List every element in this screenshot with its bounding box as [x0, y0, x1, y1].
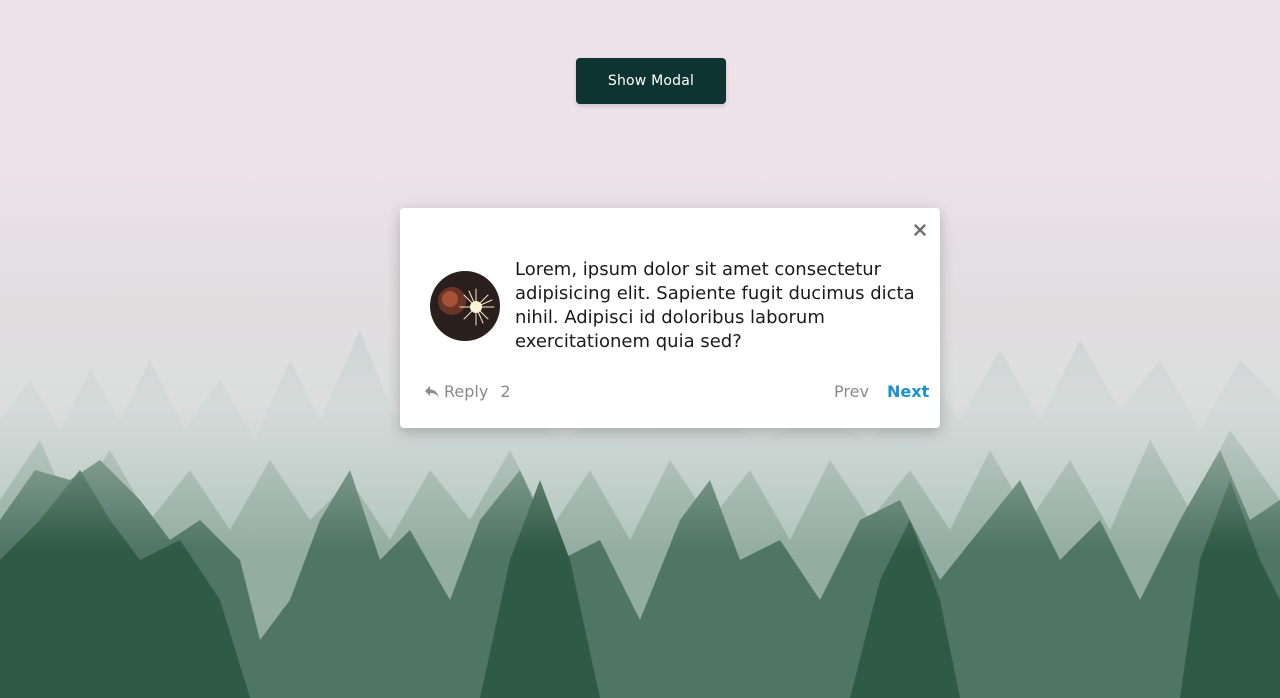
- reply-label: Reply: [444, 382, 489, 401]
- reply-button[interactable]: Reply 2: [424, 382, 511, 401]
- sparkler-avatar-image: [430, 271, 500, 341]
- reply-icon: [425, 385, 439, 398]
- page-background: Show Modal Lorem, ipsum dolor sit amet c…: [0, 0, 1280, 698]
- show-modal-button[interactable]: Show Modal: [576, 58, 726, 104]
- close-button[interactable]: [912, 222, 928, 238]
- comment-text: Lorem, ipsum dolor sit amet consectetur …: [515, 259, 915, 352]
- prev-button[interactable]: Prev: [834, 382, 869, 401]
- reply-count: 2: [500, 382, 511, 401]
- comment-modal: Lorem, ipsum dolor sit amet consectetur …: [400, 208, 940, 428]
- close-icon: [914, 224, 926, 236]
- avatar: [430, 271, 500, 341]
- next-button[interactable]: Next: [887, 382, 929, 401]
